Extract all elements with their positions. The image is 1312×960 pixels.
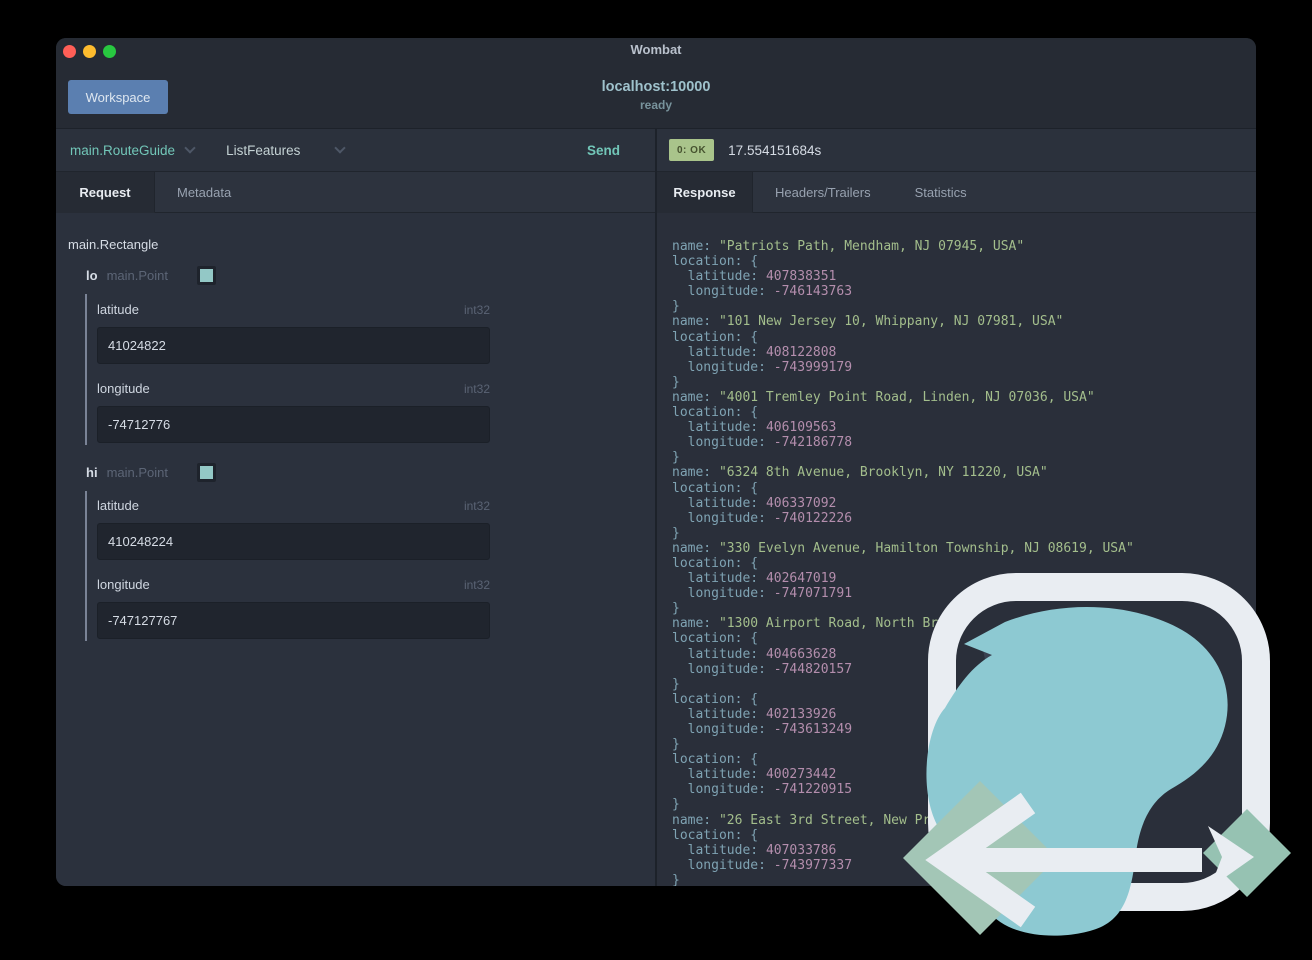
group-indent-line — [85, 491, 87, 641]
group-indent-line — [85, 294, 87, 445]
field-group-name: lo — [86, 268, 98, 283]
tabbar-filler — [988, 172, 1256, 213]
method-selector[interactable]: ListFeatures — [226, 142, 347, 158]
field-group-type: main.Point — [106, 465, 168, 480]
request-tabs: Request Metadata — [56, 172, 655, 213]
response-scroll-area[interactable]: name: "Patriots Path, Mendham, NJ 07945,… — [657, 213, 1256, 886]
tabbar-filler — [253, 172, 655, 213]
response-body: name: "Patriots Path, Mendham, NJ 07945,… — [672, 239, 1134, 886]
hi-latitude-input[interactable] — [97, 523, 490, 560]
checkbox-checked-mark — [199, 269, 213, 282]
connection-host: localhost:10000 — [601, 79, 711, 95]
field-group-type: main.Point — [106, 268, 168, 283]
tab-metadata[interactable]: Metadata — [155, 172, 254, 213]
response-tabs: Response Headers/Trailers Statistics — [657, 172, 1256, 213]
request-toolbar: main.RouteGuide ListFeatures Send — [56, 129, 655, 172]
field-label: longitude — [97, 577, 150, 592]
tab-request[interactable]: Request — [56, 172, 155, 213]
tab-headers-trailers[interactable]: Headers/Trailers — [753, 172, 893, 213]
service-selector[interactable]: main.RouteGuide — [70, 142, 196, 158]
window-title: Wombat — [630, 42, 682, 57]
tab-statistics[interactable]: Statistics — [892, 172, 989, 213]
field-label: longitude — [97, 381, 150, 396]
checkbox-checked-mark — [199, 466, 213, 479]
connection-info: localhost:10000 ready — [56, 79, 1256, 112]
field-type: int32 — [463, 382, 490, 396]
request-form: main.Rectangle lo main.Point latitude in… — [56, 213, 655, 886]
response-panel: 0: OK 17.554151684s Response Headers/Tra… — [657, 129, 1256, 886]
window-header: Wombat Workspace localhost:10000 ready — [56, 38, 1256, 129]
lo-checkbox[interactable] — [196, 266, 216, 285]
tab-response[interactable]: Response — [657, 172, 753, 213]
wombat-window: Wombat Workspace localhost:10000 ready m… — [56, 38, 1256, 886]
lo-latitude-input[interactable] — [97, 327, 490, 364]
connection-status: ready — [639, 98, 673, 112]
hi-checkbox[interactable] — [196, 463, 216, 482]
request-panel: main.RouteGuide ListFeatures Send Reques… — [56, 129, 655, 886]
field-type: int32 — [463, 499, 490, 513]
status-badge: 0: OK — [669, 139, 715, 161]
chevron-down-icon — [334, 142, 347, 154]
service-label: main.RouteGuide — [70, 142, 176, 158]
send-button[interactable]: Send — [587, 143, 620, 158]
field-group-name: hi — [86, 465, 98, 480]
hi-longitude-input[interactable] — [97, 602, 490, 639]
field-group-lo: lo main.Point — [86, 266, 216, 285]
field-label: latitude — [97, 498, 139, 513]
chevron-down-icon — [184, 142, 196, 154]
lo-longitude-input[interactable] — [97, 406, 490, 443]
response-toolbar: 0: OK 17.554151684s — [657, 129, 1256, 172]
field-label: latitude — [97, 302, 139, 317]
field-type: int32 — [463, 303, 490, 317]
field-type: int32 — [463, 578, 490, 592]
response-duration: 17.554151684s — [728, 142, 822, 158]
message-type-label: main.Rectangle — [68, 237, 159, 252]
field-group-hi: hi main.Point — [86, 463, 216, 482]
method-label: ListFeatures — [226, 142, 301, 158]
